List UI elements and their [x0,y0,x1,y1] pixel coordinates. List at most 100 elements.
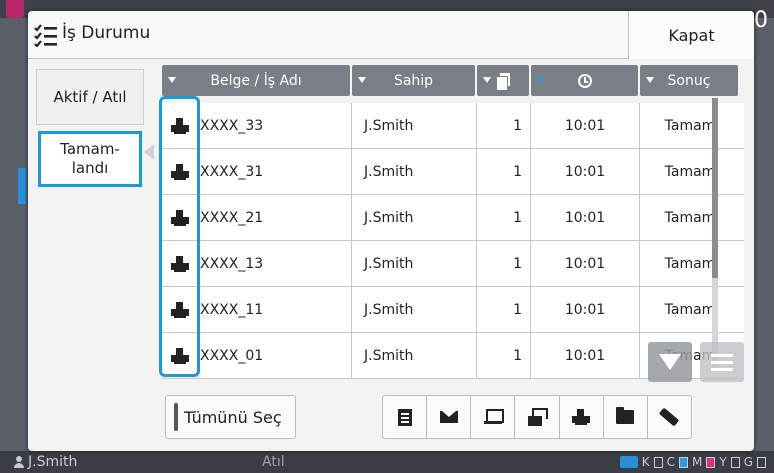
device-right-digit: 0 [754,8,768,33]
row-copies: 1 [477,103,531,148]
row-result: Tamam [664,163,716,180]
close-button[interactable]: Kapat [628,11,754,59]
select-all-button[interactable]: Tümünü Seç [165,395,296,439]
table-row[interactable]: XXXX_13 J.Smith 1 10:01 Tamam [162,241,744,287]
row-name: XXXX_33 [198,103,352,148]
row-result: Tamam [664,117,716,134]
sort-caret-icon [483,77,491,83]
table-row[interactable]: XXXX_21 J.Smith 1 10:01 Tamam [162,195,744,241]
row-name: XXXX_21 [198,195,352,240]
row-name: XXXX_13 [198,241,352,286]
table-row[interactable]: XXXX_33 J.Smith 1 10:01 Tamam [162,103,744,149]
tab-active-idle[interactable]: Aktif / Atıl [36,69,144,125]
sort-caret-icon [646,77,654,83]
row-copies: 1 [477,149,531,194]
status-text: Atıl [262,454,285,470]
column-name-label: Belge / İş Adı [210,72,302,89]
row-result: Tamam [664,301,716,318]
triangle-down-icon [659,354,681,370]
printer-icon [572,409,591,425]
toner-k-icon [653,456,663,468]
column-result-label: Sonuç [667,72,711,89]
fax-icon [527,408,548,426]
table-header: Belge / İş Adı Sahip Sonuç [162,65,744,101]
table-row[interactable]: XXXX_31 J.Smith 1 10:01 Tamam [162,149,744,195]
tool-print-button[interactable] [560,396,604,438]
row-time: 10:01 [531,149,640,194]
row-owner: J.Smith [352,195,477,240]
user-icon [14,456,24,468]
toner-c-icon [678,456,688,468]
row-result: Tamam [664,209,716,226]
toner-g-icon [757,456,766,468]
toner-levels: K C M Y G [619,455,766,469]
row-time: 10:01 [531,333,640,378]
table-body: XXXX_33 J.Smith 1 10:01 Tamam XXXX_31 J.… [162,103,744,379]
sort-caret-icon [168,77,176,83]
toner-y-icon [730,456,740,468]
folder-icon [616,407,635,424]
job-type-column-highlight [159,96,200,377]
row-time: 10:01 [531,103,640,148]
toner-label-k: K [641,455,650,469]
tab-completed[interactable]: Tamam- landı [38,131,142,187]
row-owner: J.Smith [352,149,477,194]
row-time: 10:01 [531,241,640,286]
tool-computer-button[interactable] [471,396,516,438]
tool-mail-button[interactable] [427,396,472,438]
sort-caret-icon [358,77,366,83]
toner-label-c: C [666,455,675,469]
toner-label-g: G [743,455,753,469]
table-row[interactable]: XXXX_11 J.Smith 1 10:01 Tamam [162,287,744,333]
column-owner-label: Sahip [393,72,434,89]
status-user: J.Smith [14,454,77,470]
column-header-result[interactable]: Sonuç [640,65,738,96]
job-table: Belge / İş Adı Sahip Sonuç XXXX_33 J.Smi… [162,65,744,383]
tool-document-button[interactable] [383,396,428,438]
row-name: XXXX_01 [198,333,352,378]
dialog-titlebar: İş Durumu Kapat [28,11,754,59]
row-copies: 1 [477,195,531,240]
column-header-time[interactable] [531,65,638,96]
device-status-bar: J.Smith Atıl K C M Y G [0,451,774,473]
eraser-icon [659,407,680,427]
copies-icon [496,72,510,91]
device-side-marker [18,168,26,204]
scroll-down-button[interactable] [648,342,692,382]
job-tabs: Aktif / Atıl Tamam- landı [36,69,144,439]
row-owner: J.Smith [352,241,477,286]
toner-m-icon [706,456,716,468]
select-all-label: Tümünü Seç [184,407,282,427]
row-owner: J.Smith [352,103,477,148]
dialog-title: İş Durumu [62,23,151,43]
row-time: 10:01 [531,287,640,332]
scrollbar-thumb[interactable] [712,98,718,278]
column-header-name[interactable]: Belge / İş Adı [162,65,350,96]
checklist-icon [34,24,57,47]
row-time: 10:01 [531,195,640,240]
row-copies: 1 [477,241,531,286]
document-icon [397,408,412,426]
row-result: Tamam [664,255,716,272]
toner-label-m: M [691,455,703,469]
mail-icon [439,411,458,423]
computer-icon [483,409,504,425]
row-copies: 1 [477,287,531,332]
sort-caret-active-icon [537,77,545,83]
column-header-copies[interactable] [477,65,529,96]
select-bar-icon [174,403,178,431]
column-header-owner[interactable]: Sahip [352,65,475,96]
tool-folder-button[interactable] [604,396,648,438]
clock-icon [577,73,592,88]
row-copies: 1 [477,333,531,378]
action-toolbar [382,395,692,439]
tab-pointer-arrow [144,144,154,160]
row-owner: J.Smith [352,287,477,332]
row-name: XXXX_31 [198,149,352,194]
menu-button[interactable] [700,342,744,382]
row-owner: J.Smith [352,333,477,378]
brand-mark-icon [6,0,24,18]
tool-fax-button[interactable] [515,396,560,438]
tool-eraser-button[interactable] [648,396,691,438]
status-user-name: J.Smith [28,454,78,470]
